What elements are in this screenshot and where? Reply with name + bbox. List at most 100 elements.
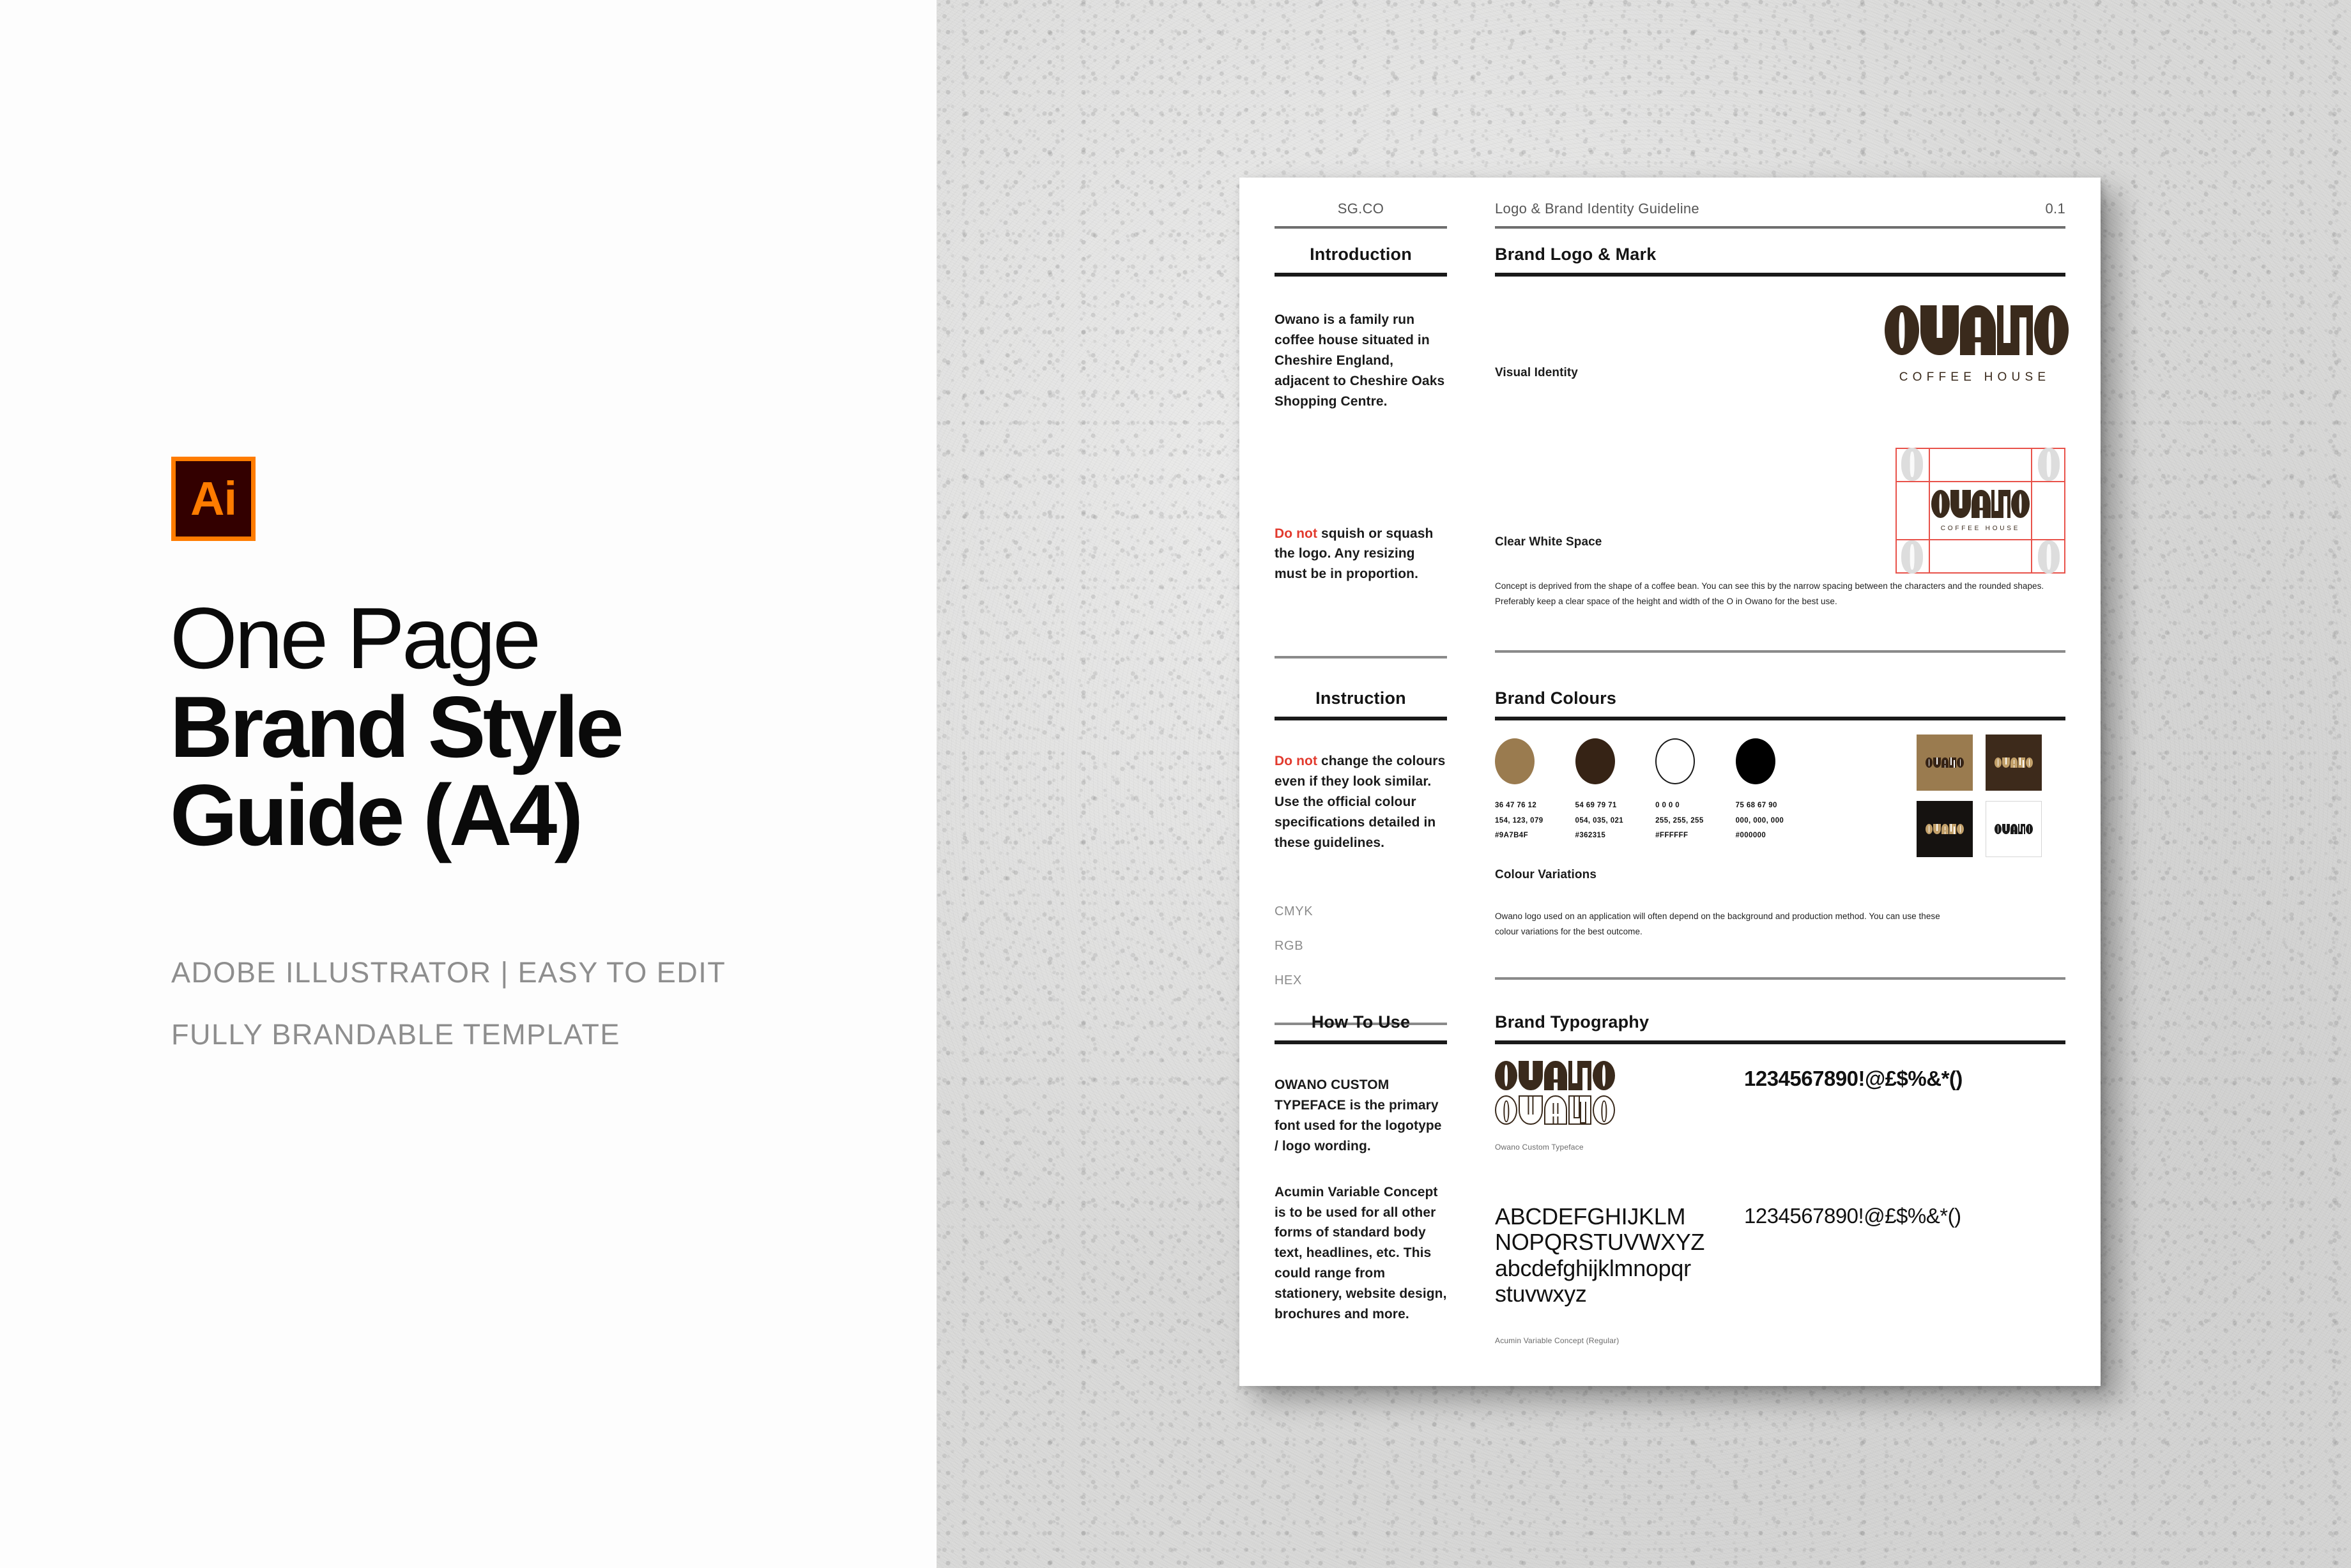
swatch-circle-tan (1495, 738, 1535, 784)
logo-letter-o (1885, 305, 1919, 355)
swatch-rgb-tan: 154, 123, 079 (1495, 816, 1543, 825)
logo-letter-a (1960, 305, 1996, 355)
introduction-warning: Do not squish or squash the logo. Any re… (1275, 524, 1447, 585)
brand-wordmark-primary: COFFEE HOUSE (1885, 305, 2069, 384)
instruction-warning: Do not change the colours even if they l… (1275, 751, 1447, 853)
section-rule-introduction (1275, 273, 1447, 277)
section-rule-brand-typography (1495, 1040, 2065, 1044)
colour-swatch-group: 36 47 76 12 154, 123, 079 #9A7B4F 54 69 … (1495, 738, 1784, 844)
ct-outline-letter-w (1519, 1095, 1543, 1125)
section-heading-instruction: Instruction (1315, 689, 1406, 708)
variation-tile-brown (1986, 735, 2042, 791)
page-title-line-3: Guide (A4) (170, 766, 583, 864)
swatch-hex-black: #000000 (1735, 832, 1766, 840)
variation-tile-tan (1917, 735, 1973, 791)
header-brand-rule (1275, 226, 1447, 229)
do-not-label: Do not (1275, 526, 1318, 541)
header-doc-title: Logo & Brand Identity Guideline (1495, 201, 1699, 217)
cs-letter-n (1991, 489, 2010, 518)
colour-swatch-brown: 54 69 79 71 054, 035, 021 #362315 (1575, 738, 1624, 844)
section-instruction: Instruction Do not change the colours ev… (1275, 689, 1447, 1025)
secondary-typeface-sample: ABCDEFGHIJKLM NOPQRSTUVWXYZ abcdefghijkl… (1495, 1203, 1705, 1346)
secondary-lowercase-line-1: abcdefghijklmnopqr (1495, 1254, 1691, 1281)
section-brand-typography: Brand Typography (1495, 1012, 2065, 1044)
swatch-rgb-white: 255, 255, 255 (1655, 816, 1704, 825)
ai-badge-label: Ai (190, 472, 237, 525)
custom-typeface-sample: Owano Custom Typeface (1495, 1061, 1615, 1152)
swatch-cmyk-black: 75 68 67 90 (1735, 802, 1777, 809)
spec-label-rgb: RGB (1275, 938, 1304, 953)
secondary-typeface-glyphs: 1234567890!@£$%&*() (1744, 1204, 1961, 1228)
brand-logo-bottom-rule (1495, 650, 2065, 653)
swatch-rgb-brown: 054, 035, 021 (1575, 816, 1624, 825)
header-doc-block: Logo & Brand Identity Guideline 0.1 (1495, 201, 2065, 229)
do-not-label-2: Do not (1275, 754, 1318, 768)
header-doc-rule (1495, 226, 2065, 229)
ct-outline-letter-n (1568, 1095, 1591, 1125)
clear-space-diagram: COFFEE HOUSE (1895, 448, 2065, 574)
secondary-uppercase-line-2: NOPQRSTUVWXYZ (1495, 1229, 1705, 1256)
secondary-typeface-caption: Acumin Variable Concept (Regular) (1495, 1336, 1620, 1346)
logo-tagline: COFFEE HOUSE (1899, 370, 2051, 384)
ct-letter-o (1495, 1061, 1517, 1090)
section-rule-how-to-use (1275, 1040, 1447, 1044)
section-heading-brand-logo: Brand Logo & Mark (1495, 245, 1657, 264)
section-heading-brand-typography: Brand Typography (1495, 1012, 1650, 1031)
cs-letter-a (1972, 489, 1991, 518)
cs-letter-o (1931, 489, 1950, 518)
colour-variations-note: Owano logo used on an application will o… (1495, 911, 1940, 936)
cs-letter-o2 (2011, 489, 2030, 518)
ct-letter-w (1519, 1061, 1543, 1090)
section-brand-colours: Brand Colours (1495, 689, 2065, 720)
how-to-use-para-1: OWANO CUSTOM TYPEFACE is the primary fon… (1275, 1077, 1442, 1153)
promo-subtitle-line-2: FULLY BRANDABLE TEMPLATE (171, 1018, 620, 1051)
section-brand-logo: Brand Logo & Mark (1495, 245, 2065, 277)
page-title: One Page Brand Style Guide (A4) (170, 594, 898, 860)
swatch-hex-tan: #9A7B4F (1495, 832, 1529, 840)
spec-label-cmyk: CMYK (1275, 904, 1313, 918)
swatch-circle-black (1735, 738, 1775, 784)
swatch-circle-brown (1575, 738, 1615, 784)
custom-typeface-glyphs: 1234567890!@£$%&*() (1744, 1067, 1963, 1090)
swatch-circle-white (1655, 738, 1696, 784)
section-rule-brand-logo (1495, 273, 2065, 277)
a4-page-mockup: SG.CO Logo & Brand Identity Guideline 0.… (1239, 178, 2101, 1386)
ct-letter-n (1568, 1061, 1591, 1090)
page-title-line-2: Brand Style (170, 678, 624, 775)
introduction-body: Owano is a family run coffee house situa… (1275, 312, 1445, 409)
promo-subtitle: ADOBE ILLUSTRATOR | EASY TO EDIT FULLY B… (171, 958, 925, 1049)
ct-outline-letter-o2 (1593, 1095, 1615, 1125)
secondary-uppercase-line-1: ABCDEFGHIJKLM (1495, 1203, 1686, 1229)
swatch-cmyk-white: 0 0 0 0 (1655, 802, 1680, 809)
introduction-bottom-rule (1275, 656, 1447, 659)
spec-label-hex: HEX (1275, 973, 1302, 987)
logo-letter-w (1920, 305, 1959, 355)
cs-tagline: COFFEE HOUSE (1940, 524, 2021, 532)
ct-outline-letter-o (1495, 1095, 1517, 1125)
swatch-hex-brown: #362315 (1575, 832, 1606, 840)
section-heading-brand-colours: Brand Colours (1495, 689, 1617, 708)
visual-identity-label: Visual Identity (1495, 366, 1578, 379)
colour-swatch-black: 75 68 67 90 000, 000, 000 #000000 (1735, 738, 1784, 844)
variation-tile-black (1917, 801, 1973, 857)
cs-letter-w (1950, 489, 1971, 518)
logo-variation-grid (1917, 735, 2042, 857)
adobe-illustrator-icon: Ai (171, 457, 256, 541)
ct-letter-o2 (1593, 1061, 1615, 1090)
swatch-cmyk-brown: 54 69 79 71 (1575, 802, 1617, 809)
header-brand: SG.CO (1337, 201, 1384, 217)
promo-subtitle-line-1: ADOBE ILLUSTRATOR | EASY TO EDIT (171, 956, 726, 989)
header-brand-block: SG.CO (1275, 201, 1447, 229)
header-page-number: 0.1 (2045, 201, 2065, 217)
swatch-rgb-black: 000, 000, 000 (1735, 816, 1784, 825)
colour-swatch-white: 0 0 0 0 255, 255, 255 #FFFFFF (1655, 738, 1704, 844)
how-to-use-para-2: Acumin Variable Concept is to be used fo… (1275, 1184, 1447, 1322)
brand-colours-bottom-rule (1495, 977, 2065, 980)
ct-letter-a (1544, 1061, 1567, 1090)
section-rule-brand-colours (1495, 717, 2065, 720)
swatch-cmyk-tan: 36 47 76 12 (1495, 802, 1537, 809)
swatch-hex-white: #FFFFFF (1655, 832, 1689, 840)
section-heading-introduction: Introduction (1310, 245, 1412, 264)
section-rule-instruction (1275, 717, 1447, 720)
secondary-lowercase-line-2: stuvwxyz (1495, 1280, 1587, 1307)
